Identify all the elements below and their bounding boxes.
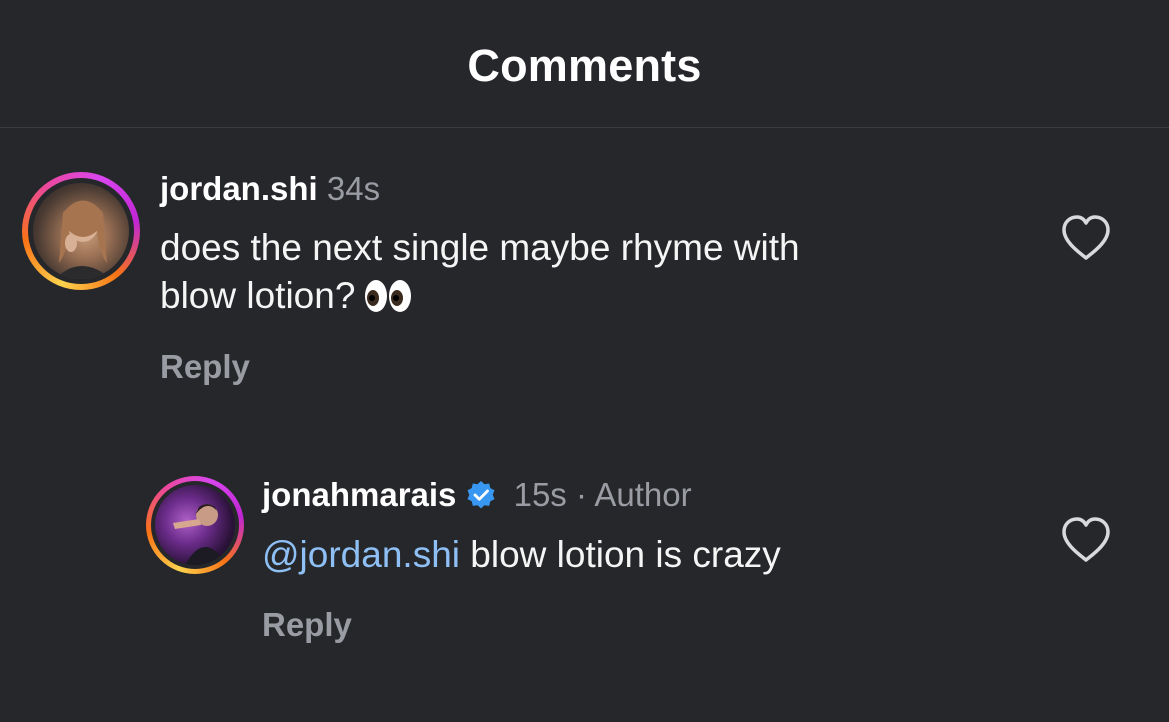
avatar-photo <box>55 200 111 279</box>
comment-body: @jordan.shi blow lotion is crazy <box>262 531 781 579</box>
reply-button[interactable]: Reply <box>262 606 352 644</box>
comments-header: Comments <box>0 0 1169 128</box>
username[interactable]: jonahmarais <box>262 476 456 513</box>
avatar-photo <box>173 504 227 565</box>
heart-outline-icon[interactable] <box>1060 214 1112 262</box>
comment-text-line: does the next single maybe rhyme with <box>160 227 800 268</box>
comment-body: does the next single maybe rhyme with bl… <box>160 224 980 326</box>
verified-badge-icon <box>466 480 496 510</box>
eyes-emoji-icon <box>363 278 413 326</box>
comment-text-part: blow lotion? <box>160 275 356 316</box>
comment-meta: jonahmarais 15s · Author <box>262 476 692 514</box>
avatar[interactable] <box>33 183 129 279</box>
timestamp: 34s <box>326 170 381 207</box>
avatar[interactable] <box>155 485 235 565</box>
heart-outline-icon[interactable] <box>1060 516 1112 564</box>
username[interactable]: jordan.shi <box>160 170 318 207</box>
page-title: Comments <box>467 40 702 91</box>
timestamp: 15s <box>513 476 567 513</box>
comment-text: blow lotion is crazy <box>470 534 781 575</box>
author-label: Author <box>594 476 692 513</box>
reply-button[interactable]: Reply <box>160 348 250 386</box>
comment-text-line-2: blow lotion? <box>160 272 980 326</box>
mention-link[interactable]: @jordan.shi <box>262 534 460 575</box>
comment-meta: jordan.shi 34s <box>160 170 380 208</box>
separator: · <box>575 476 587 513</box>
